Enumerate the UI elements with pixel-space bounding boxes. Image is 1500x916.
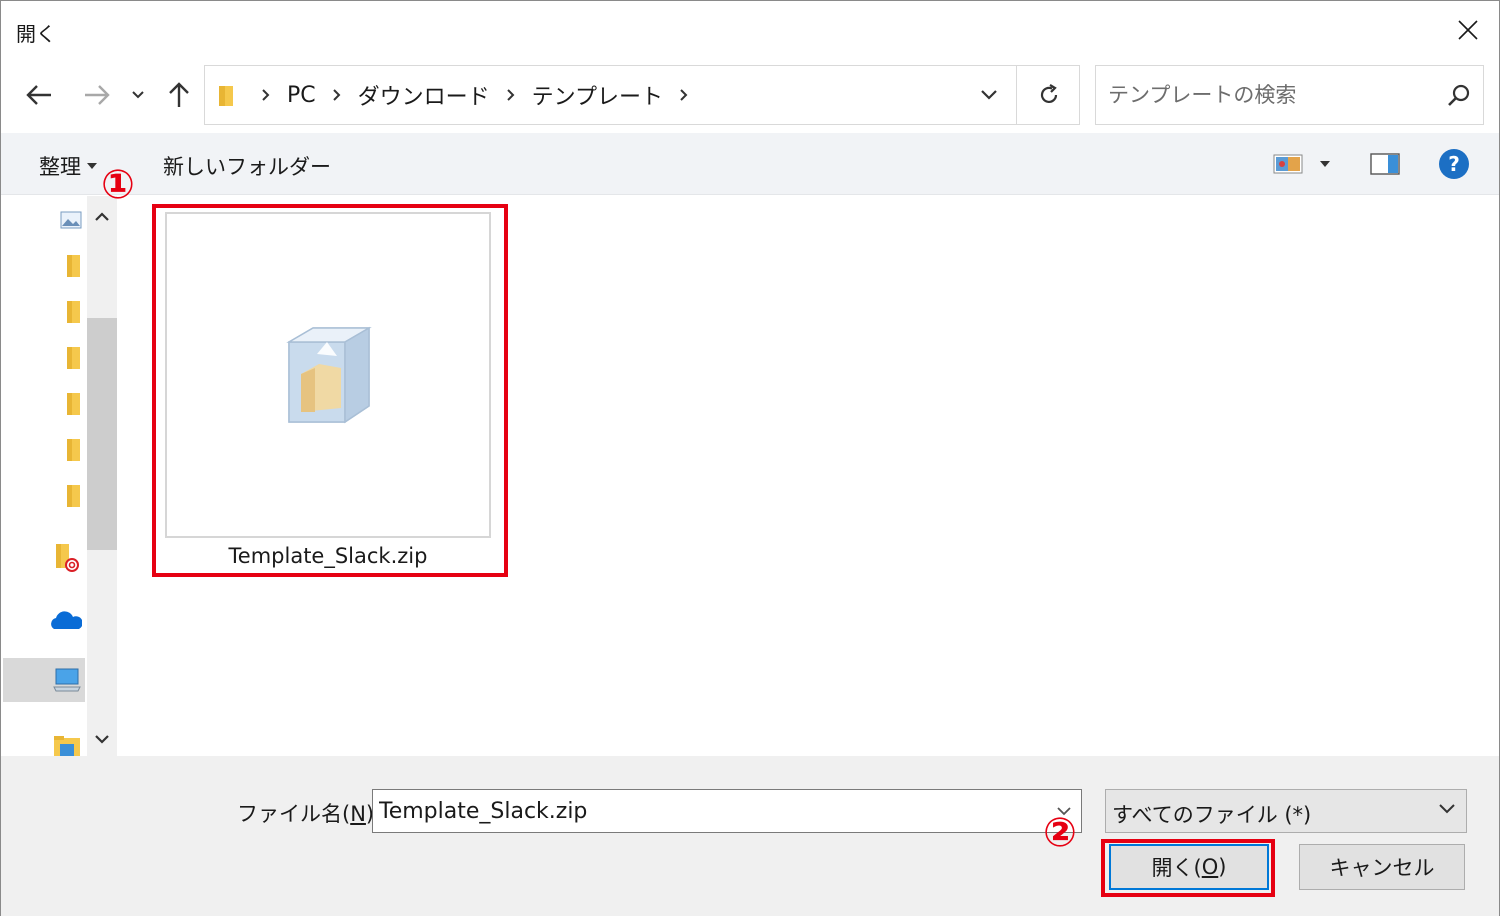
chevron-right-icon bbox=[494, 88, 528, 102]
nav-item-folder[interactable] bbox=[1, 428, 85, 472]
arrow-right-icon bbox=[85, 85, 110, 105]
help-icon: ? bbox=[1439, 149, 1469, 179]
folder-icon bbox=[217, 84, 237, 112]
address-bar[interactable]: PC ダウンロード テンプレート bbox=[204, 65, 1080, 125]
breadcrumb-pc[interactable]: PC bbox=[283, 83, 320, 108]
breadcrumb-template[interactable]: テンプレート bbox=[528, 79, 667, 111]
caret-down-icon bbox=[1320, 161, 1330, 167]
view-icon bbox=[1273, 154, 1303, 174]
chevron-up-icon bbox=[95, 212, 109, 221]
view-dropdown[interactable] bbox=[1313, 147, 1337, 181]
preview-pane-button[interactable] bbox=[1367, 147, 1403, 181]
folder-icon bbox=[67, 485, 80, 507]
pictures-icon bbox=[60, 211, 82, 229]
folder-icon bbox=[67, 393, 80, 415]
chevron-right-icon bbox=[249, 88, 283, 102]
preview-pane-icon bbox=[1370, 153, 1400, 175]
caret-down-icon bbox=[87, 163, 97, 169]
annotation-step1-label: ① bbox=[101, 162, 135, 208]
chevron-right-icon[interactable] bbox=[667, 88, 701, 102]
close-button[interactable] bbox=[1447, 9, 1489, 51]
arrow-up-icon bbox=[169, 82, 189, 107]
filename-input[interactable] bbox=[379, 796, 1039, 826]
svg-text:?: ? bbox=[1448, 152, 1460, 176]
help-button[interactable]: ? bbox=[1437, 147, 1471, 181]
organize-menu[interactable]: 整理 bbox=[39, 151, 97, 181]
chevron-down-icon bbox=[132, 91, 144, 99]
file-name: Template_Slack.zip bbox=[228, 544, 428, 568]
command-bar: 整理 新しいフォルダー ? bbox=[1, 133, 1499, 195]
chevron-right-icon bbox=[320, 88, 354, 102]
folder-icon bbox=[67, 347, 80, 369]
nav-item-folder[interactable] bbox=[1, 474, 85, 518]
recent-locations-button[interactable] bbox=[123, 77, 153, 113]
file-list: Template_Slack.zip bbox=[119, 196, 1499, 756]
view-options-button[interactable] bbox=[1271, 147, 1305, 181]
folder-icon bbox=[67, 439, 80, 461]
computer-icon bbox=[53, 668, 81, 692]
annotation-step2-label: ② bbox=[1043, 810, 1077, 856]
chevron-down-icon bbox=[1438, 800, 1456, 819]
search-input[interactable] bbox=[1108, 80, 1428, 110]
scroll-thumb[interactable] bbox=[87, 318, 117, 550]
onedrive-icon bbox=[51, 611, 82, 629]
back-button[interactable] bbox=[21, 77, 57, 113]
title-bar: 開く bbox=[1, 1, 1499, 59]
nav-item-creative-cloud[interactable] bbox=[1, 536, 85, 580]
navigation-pane bbox=[1, 196, 119, 758]
scroll-down-button[interactable] bbox=[87, 724, 117, 754]
new-folder-button[interactable]: 新しいフォルダー bbox=[163, 151, 331, 181]
breadcrumb-downloads[interactable]: ダウンロード bbox=[354, 79, 494, 111]
search-box[interactable] bbox=[1095, 65, 1484, 125]
file-type-select[interactable]: すべてのファイル (*) bbox=[1105, 789, 1467, 833]
search-icon[interactable] bbox=[1447, 83, 1471, 111]
creative-cloud-folder-icon bbox=[56, 544, 79, 572]
nav-pane-scrollbar[interactable] bbox=[87, 196, 117, 756]
navigation-row: PC ダウンロード テンプレート bbox=[1, 59, 1499, 133]
chevron-down-icon bbox=[95, 735, 109, 744]
close-icon bbox=[1458, 20, 1478, 40]
nav-item-folder[interactable] bbox=[1, 336, 85, 380]
folder-icon bbox=[54, 736, 80, 758]
nav-item-folder[interactable] bbox=[1, 382, 85, 426]
refresh-button[interactable] bbox=[1016, 66, 1080, 124]
arrow-left-icon bbox=[26, 85, 51, 105]
address-history-dropdown[interactable] bbox=[963, 66, 1015, 124]
nav-item-folder[interactable] bbox=[1, 244, 85, 288]
filename-label: ファイル名(N): bbox=[237, 802, 381, 826]
refresh-icon bbox=[1040, 84, 1057, 104]
folder-icon bbox=[67, 301, 80, 323]
open-file-dialog: 開く PC ダウンロード テンプレート テンプレートの検索 整理 新しいフォルダ… bbox=[0, 0, 1500, 916]
file-thumbnail bbox=[165, 212, 491, 538]
organize-label: 整理 bbox=[39, 155, 81, 179]
nav-item-pictures[interactable] bbox=[1, 198, 85, 242]
nav-item-folder[interactable] bbox=[1, 290, 85, 334]
chevron-down-icon bbox=[981, 90, 997, 100]
breadcrumb: PC ダウンロード テンプレート bbox=[249, 66, 701, 124]
nav-item-this-pc[interactable] bbox=[3, 658, 85, 702]
up-button[interactable] bbox=[161, 77, 197, 113]
zip-archive-icon bbox=[286, 326, 372, 424]
bottom-panel: ファイル名(N): すべてのファイル (*) 開く(O) キャンセル bbox=[1, 756, 1499, 916]
dialog-title: 開く bbox=[16, 22, 56, 46]
nav-item-onedrive[interactable] bbox=[1, 598, 85, 642]
open-button[interactable]: 開く(O) bbox=[1109, 844, 1269, 890]
new-folder-label: 新しいフォルダー bbox=[163, 155, 331, 179]
cancel-button[interactable]: キャンセル bbox=[1299, 844, 1465, 890]
filename-combobox[interactable] bbox=[372, 789, 1082, 833]
file-type-value: すべてのファイル (*) bbox=[1112, 803, 1312, 827]
forward-button[interactable] bbox=[79, 77, 115, 113]
folder-icon bbox=[67, 255, 80, 277]
file-item[interactable]: Template_Slack.zip bbox=[163, 210, 493, 572]
